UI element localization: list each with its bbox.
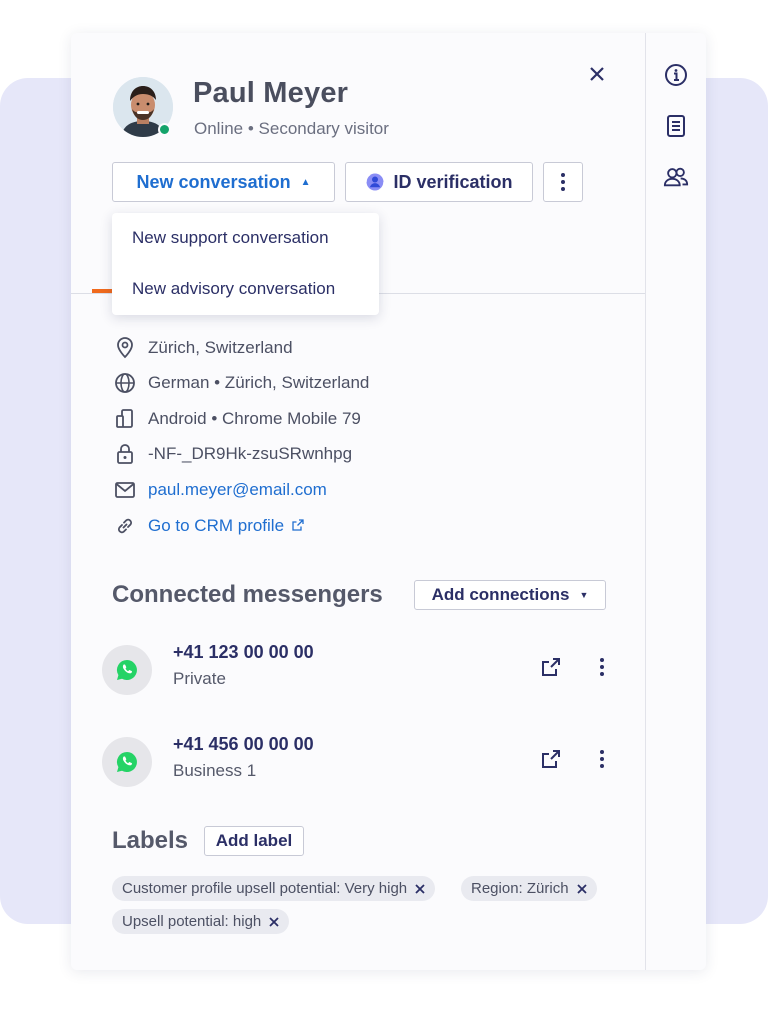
caret-up-icon: ▲ [300,176,311,188]
language-text: German • Zürich, Switzerland [148,373,370,392]
lock-icon [113,442,137,466]
label-chip-text: Customer profile upsell potential: Very … [122,880,408,897]
open-external-icon[interactable] [540,748,562,770]
new-conversation-button[interactable]: New conversation ▲ [112,162,335,202]
side-rail [645,33,706,970]
add-connections-label: Add connections [431,585,570,604]
device-text: Android • Chrome Mobile 79 [148,409,361,428]
new-conversation-menu: New support conversation New advisory co… [112,213,379,315]
messenger-phone: +41 456 00 00 00 [173,734,314,754]
menu-item-new-support-conversation[interactable]: New support conversation [132,228,329,248]
location-row: Zürich, Switzerland [113,336,293,360]
more-vertical-icon[interactable] [591,748,613,770]
mail-icon [113,478,137,502]
whatsapp-icon [102,737,152,787]
messenger-item: +41 123 00 00 00 Private [102,642,612,698]
location-pin-icon [113,336,137,360]
messenger-phone: +41 123 00 00 00 [173,642,314,662]
open-external-icon[interactable] [540,656,562,678]
location-text: Zürich, Switzerland [148,338,293,357]
device-row: Android • Chrome Mobile 79 [113,407,361,431]
label-chip-text: Region: Zürich [471,880,569,897]
email-row: paul.meyer@email.com [113,478,327,502]
menu-item-new-advisory-conversation[interactable]: New advisory conversation [132,279,335,299]
more-vertical-icon[interactable] [591,656,613,678]
visitor-name: Paul Meyer [193,77,349,109]
remove-label-icon[interactable] [576,883,587,894]
labels-title: Labels [112,827,189,854]
id-verification-label: ID verification [393,171,513,192]
users-icon[interactable] [663,164,689,190]
label-chip-text: Upsell potential: high [122,913,262,930]
label-chip: Customer profile upsell potential: Very … [112,876,436,901]
external-link-icon [292,519,304,531]
messenger-type: Private [173,669,226,688]
caret-down-icon: ▼ [579,590,589,600]
visitor-id-row: -NF-_DR9Hk-zsuSRwnhpg [113,442,352,466]
crm-profile-link[interactable]: Go to CRM profile [148,516,304,536]
online-status-dot [158,123,171,136]
language-row: German • Zürich, Switzerland [113,371,369,395]
device-icon [113,407,137,431]
id-verification-icon [365,172,386,192]
remove-label-icon[interactable] [269,916,279,927]
messenger-type: Business 1 [173,761,257,780]
info-icon[interactable] [663,62,689,88]
globe-icon [113,371,137,395]
more-vertical-icon [561,173,565,191]
visitor-status: Online • Secondary visitor [194,119,389,138]
link-icon [113,514,137,538]
visitor-id-text: -NF-_DR9Hk-zsuSRwnhpg [148,444,353,463]
more-actions-button[interactable] [543,162,583,202]
messenger-item: +41 456 00 00 00 Business 1 [102,734,612,790]
new-conversation-label: New conversation [136,171,291,192]
add-label-text: Add label [215,831,293,850]
connected-messengers-title: Connected messengers [112,581,383,608]
close-icon[interactable] [586,63,608,85]
remove-label-icon[interactable] [415,883,425,894]
label-chip: Upsell potential: high [112,909,290,934]
add-connections-button[interactable]: Add connections ▼ [414,580,606,610]
label-chip: Region: Zürich [461,876,597,901]
notes-icon[interactable] [663,113,689,139]
id-verification-button[interactable]: ID verification [345,162,533,202]
email-link[interactable]: paul.meyer@email.com [148,480,327,500]
add-label-button[interactable]: Add label [204,826,304,856]
crm-row: Go to CRM profile [113,514,304,538]
crm-profile-label: Go to CRM profile [148,516,285,535]
visitor-profile-panel: Paul Meyer Online • Secondary visitor Ne… [71,33,706,970]
whatsapp-icon [102,645,152,695]
